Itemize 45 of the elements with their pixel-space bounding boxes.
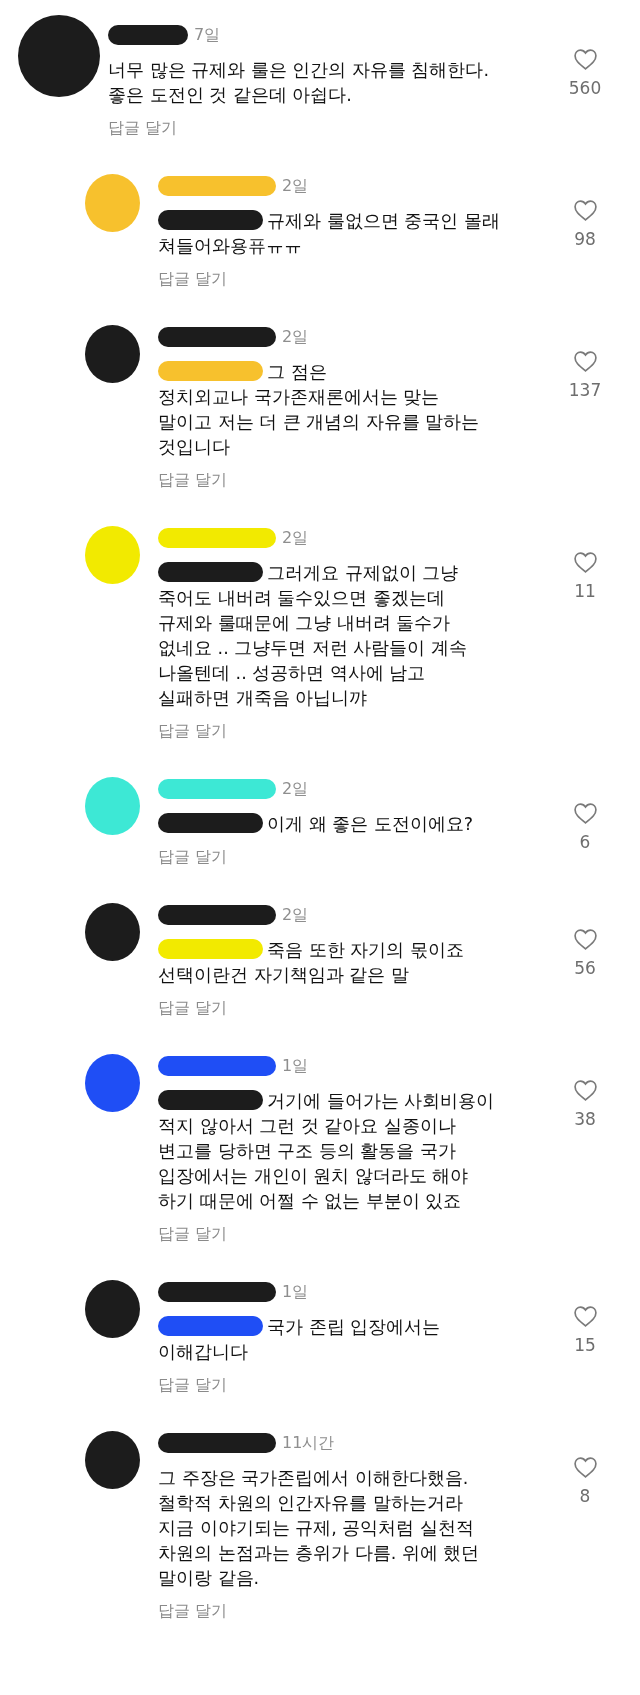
like-count: 6: [579, 832, 591, 852]
reply-link[interactable]: 답글 달기: [158, 1376, 227, 1394]
comment-time: 2일: [282, 326, 309, 348]
comment-time: 7일: [194, 24, 221, 46]
reply-link[interactable]: 답글 달기: [158, 999, 227, 1017]
heart-icon[interactable]: [571, 1078, 599, 1103]
comment-text: 규제와 룰없으면 중국인 몰래 쳐들어와용퓨ㅠㅠ: [158, 211, 500, 256]
comment-time: 2일: [282, 175, 309, 197]
comment-time: 1일: [282, 1281, 309, 1303]
comment-time: 2일: [282, 527, 309, 549]
comment-text: 거기에 들어가는 사회비용이 적지 않아서 그런 것 같아요 실종이나 변고를 당하면 구조 등의 활동을 국가 입장에서는 개인이 원치 않더라도 해야 하기 때문에 어쩔 수 없는 부분이 있죠: [158, 1091, 495, 1211]
heart-icon[interactable]: [571, 47, 599, 72]
like-count: 98: [574, 229, 596, 249]
comment-time: 2일: [282, 904, 309, 926]
comment-time: 11시간: [282, 1432, 335, 1454]
like-count: 11: [574, 581, 596, 601]
comment-text: 이게 왜 좋은 도전이에요?: [267, 814, 473, 834]
like-count: 56: [574, 958, 596, 978]
comment-text: 그 주장은 국가존립에서 이해한다했음. 철학적 차원의 인간자유를 말하는거라 지금 이야기되는 규제, 공익처럼 실천적 차원의 논점과는 층위가 다름. 위에 했던 말이랑 같음.: [158, 1468, 480, 1588]
reply-link[interactable]: 답글 달기: [158, 471, 227, 489]
comment-text: 국가 존립 입장에서는 이해갑니다: [158, 1317, 441, 1362]
comment-time: 1일: [282, 1055, 309, 1077]
like-count: 137: [568, 380, 602, 400]
heart-icon[interactable]: [571, 927, 599, 952]
heart-icon[interactable]: [571, 1455, 599, 1480]
reply-link[interactable]: 답글 달기: [158, 848, 227, 866]
like-count: 8: [579, 1486, 591, 1506]
comment-text: 너무 많은 규제와 룰은 인간의 자유를 침해한다. 좋은 도전인 것 같은데 아쉽다.: [108, 60, 489, 105]
like-count: 38: [574, 1109, 596, 1129]
comment-text: 그 점은 정치외교나 국가존재론에서는 맞는 말이고 저는 더 큰 개념의 자유를 말하는 것입니다: [158, 362, 480, 457]
heart-icon[interactable]: [571, 198, 599, 223]
like-count: 560: [568, 78, 602, 98]
heart-icon[interactable]: [571, 550, 599, 575]
comment-time: 2일: [282, 778, 309, 800]
reply-link[interactable]: 답글 달기: [108, 119, 177, 137]
reply-link[interactable]: 답글 달기: [158, 1225, 227, 1243]
comment-text: 죽음 또한 자기의 몫이죠 선택이란건 자기책임과 같은 말: [158, 940, 464, 985]
heart-icon[interactable]: [571, 801, 599, 826]
heart-icon[interactable]: [571, 1304, 599, 1329]
reply-link[interactable]: 답글 달기: [158, 722, 227, 740]
heart-icon[interactable]: [571, 349, 599, 374]
comment-text: 그러게요 규제없이 그냥 죽어도 내버려 둘수있으면 좋겠는데 규제와 룰때문에 그냥 내버려 둘수가 없네요 .. 그냥두면 저런 사람들이 계속 나올텐데 .. 성공하면 역사에 남고 실패하면 개죽음 아닙니꺄: [158, 563, 467, 708]
reply-link[interactable]: 답글 달기: [158, 270, 227, 288]
reply-link[interactable]: 답글 달기: [158, 1602, 227, 1620]
like-count: 15: [574, 1335, 596, 1355]
